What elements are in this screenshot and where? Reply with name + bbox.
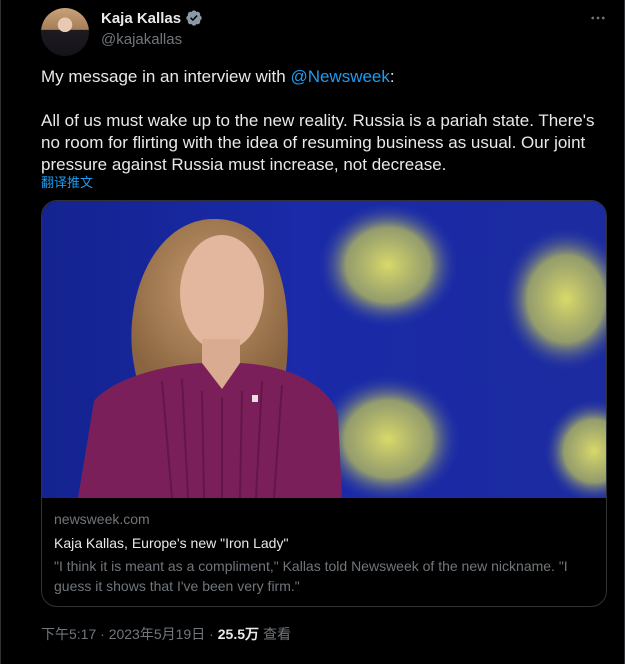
author-info: Kaja Kallas @kajakallas — [101, 8, 203, 48]
link-card[interactable]: newsweek.com Kaja Kallas, Europe's new "… — [41, 200, 607, 607]
avatar[interactable] — [41, 8, 89, 56]
tweet: Kaja Kallas @kajakallas My message in an… — [0, 0, 625, 664]
views-label: 查看 — [263, 626, 291, 642]
tweet-intro-text: My message in an interview with — [41, 67, 291, 86]
author-handle[interactable]: @kajakallas — [101, 31, 203, 48]
card-title: Kaja Kallas, Europe's new "Iron Lady" — [54, 535, 289, 551]
tweet-footer: 下午5:17 · 2023年5月19日 · 25.5万 查看 — [41, 624, 291, 644]
tweet-text: My message in an interview with @Newswee… — [41, 66, 611, 176]
mention-link[interactable]: @Newsweek — [290, 67, 389, 86]
card-description: "I think it is meant as a compliment," K… — [54, 558, 568, 594]
timestamp[interactable]: 下午5:17 · 2023年5月19日 · — [41, 624, 214, 644]
tweet-intro-colon: : — [389, 67, 395, 86]
name-row: Kaja Kallas — [101, 8, 203, 28]
tweet-intro: My message in an interview with @Newswee… — [41, 66, 611, 88]
more-options-icon[interactable] — [588, 8, 608, 28]
verified-badge-icon — [185, 9, 203, 27]
card-domain: newsweek.com — [54, 511, 150, 527]
translate-link[interactable]: 翻译推文 — [41, 172, 93, 191]
author-name[interactable]: Kaja Kallas — [101, 10, 181, 27]
tweet-body: All of us must wake up to the new realit… — [41, 111, 595, 174]
views-count: 25.5万 — [217, 626, 259, 642]
card-image — [42, 201, 606, 498]
card-meta: newsweek.com Kaja Kallas, Europe's new "… — [54, 511, 594, 596]
